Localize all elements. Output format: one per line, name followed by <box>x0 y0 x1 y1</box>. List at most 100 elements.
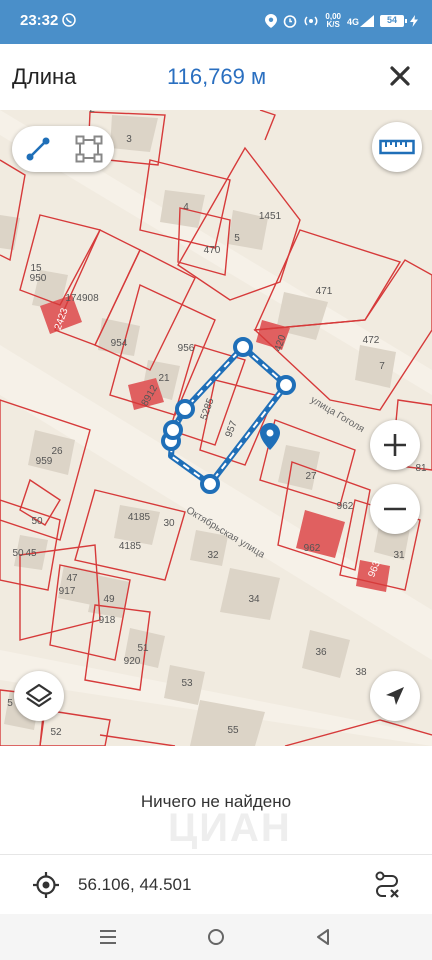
layers-button[interactable] <box>14 671 64 721</box>
parcel-label: 5285 <box>199 396 217 421</box>
area-mode-button[interactable] <box>63 126 114 172</box>
layers-icon <box>25 683 53 708</box>
home-button[interactable] <box>201 922 231 952</box>
measure-vertex[interactable] <box>163 420 183 440</box>
net-speed: 0,00 K/S <box>325 12 341 29</box>
measure-mode-switch <box>12 126 114 172</box>
parcel-label: 471 <box>316 286 333 297</box>
system-nav-bar <box>0 914 432 960</box>
status-time: 23:32 <box>20 12 59 29</box>
network-type: 4G <box>346 17 359 27</box>
parcel-label: 1451 <box>259 211 282 222</box>
parcel-label: 34 <box>248 594 260 605</box>
parcel-label: 55 <box>227 725 239 736</box>
menu-icon <box>100 930 116 944</box>
battery-icon: 54 <box>380 15 407 27</box>
search-results-panel: ЦИАН Ничего не найдено <box>0 746 432 854</box>
parcel-label: 954 <box>111 338 128 349</box>
parcel-label: 950 <box>30 273 47 284</box>
back-button[interactable] <box>308 922 338 952</box>
status-bar: 23:32 0,00 K/S 4G 54 <box>0 0 432 44</box>
parcel-label: 30 <box>163 518 175 529</box>
charging-icon <box>410 15 418 27</box>
cadastral-map[interactable]: 2 3 4 1451 470 5 471 472 7 420 950 15 17… <box>0 110 432 746</box>
coordinates-bar: 56.106, 44.501 <box>0 854 432 914</box>
measure-vertex[interactable] <box>175 399 195 419</box>
street-label: улица Гоголя <box>308 395 366 436</box>
parcel-label: 918 <box>99 615 116 626</box>
parcel-label: 53 <box>181 678 193 689</box>
coordinates-text[interactable]: 56.106, 44.501 <box>78 875 191 895</box>
measure-vertex[interactable] <box>233 337 253 357</box>
parcel-label: 31 <box>393 550 405 561</box>
parcel-label: 50 <box>12 548 24 559</box>
navigation-arrow-icon <box>386 687 404 705</box>
parcel-label: 21 <box>158 373 170 384</box>
minus-icon <box>384 507 406 511</box>
measure-title: Длина <box>12 64 77 89</box>
home-circle-icon <box>208 929 224 945</box>
parcel-label: 470 <box>204 245 221 256</box>
recent-apps-button[interactable] <box>93 922 123 952</box>
close-icon <box>390 66 410 86</box>
parcel-label: 920 <box>124 656 141 667</box>
parcel-label: 27 <box>305 471 317 482</box>
route-clear-icon[interactable] <box>372 869 402 899</box>
parcel-label: 472 <box>363 335 380 346</box>
alarm-icon <box>284 15 297 28</box>
parcel-label: 4185 <box>119 541 142 552</box>
parcel-label: 962 <box>304 543 321 554</box>
parcel-label: 7 <box>379 361 385 372</box>
back-triangle-icon <box>317 929 329 945</box>
my-location-button[interactable] <box>370 671 420 721</box>
map-pin-icon[interactable] <box>260 423 280 450</box>
parcel-label: 956 <box>178 343 195 354</box>
parcel-label: 174908 <box>65 293 99 304</box>
parcel-label: 51 <box>137 643 149 654</box>
measure-header: Длина 116,769 м <box>0 44 432 110</box>
area-measure-icon <box>75 135 102 163</box>
zoom-out-button[interactable] <box>370 484 420 534</box>
parcel-label: 81 <box>415 463 427 474</box>
parcel-label: 2 <box>89 110 95 115</box>
parcel-label: 38 <box>355 667 367 678</box>
parcel-label: 52 <box>50 727 62 738</box>
parcel-label: 32 <box>207 550 219 561</box>
location-icon <box>265 14 278 28</box>
parcel-label: 26 <box>51 446 63 457</box>
parcel-label: 45 <box>25 548 37 559</box>
line-mode-button[interactable] <box>12 126 63 172</box>
plus-icon <box>384 434 406 456</box>
empty-results-text: Ничего не найдено <box>140 792 292 811</box>
parcel-label: 5 <box>234 233 240 244</box>
parcel-label: 962 <box>337 501 354 512</box>
line-measure-icon <box>26 137 49 161</box>
parcel-label: 4 <box>183 202 189 213</box>
parcel-label: 917 <box>59 586 76 597</box>
parcel-label: 957 <box>224 419 240 439</box>
status-icons: 0,00 K/S 4G 54 <box>265 10 418 32</box>
measure-vertex[interactable] <box>276 375 296 395</box>
zoom-in-button[interactable] <box>370 420 420 470</box>
ruler-button[interactable] <box>372 122 422 172</box>
measure-vertex[interactable] <box>200 474 220 494</box>
ruler-icon <box>379 139 415 155</box>
parcel-label: 15 <box>30 263 42 274</box>
parcel-label: 4185 <box>128 512 151 523</box>
map-canvas[interactable]: 2 3 4 1451 470 5 471 472 7 420 950 15 17… <box>0 110 432 746</box>
parcel-label: 959 <box>36 456 53 467</box>
crosshair-icon[interactable] <box>32 871 60 899</box>
parcel-label: 50 <box>31 516 43 527</box>
call-icon <box>62 13 76 27</box>
watermark-logo: ЦИАН <box>168 806 292 850</box>
parcel-label: 5 <box>7 698 13 709</box>
close-button[interactable] <box>386 62 414 90</box>
measure-value: 116,769 м <box>167 64 267 89</box>
parcel-label: 47 <box>66 573 78 584</box>
hotspot-icon <box>305 16 318 26</box>
parcel-label: 49 <box>103 594 115 605</box>
parcel-label: 3 <box>126 134 132 145</box>
network-indicator: 4G <box>347 15 374 27</box>
parcel-label: 36 <box>315 647 327 658</box>
signal-icon <box>360 15 374 27</box>
